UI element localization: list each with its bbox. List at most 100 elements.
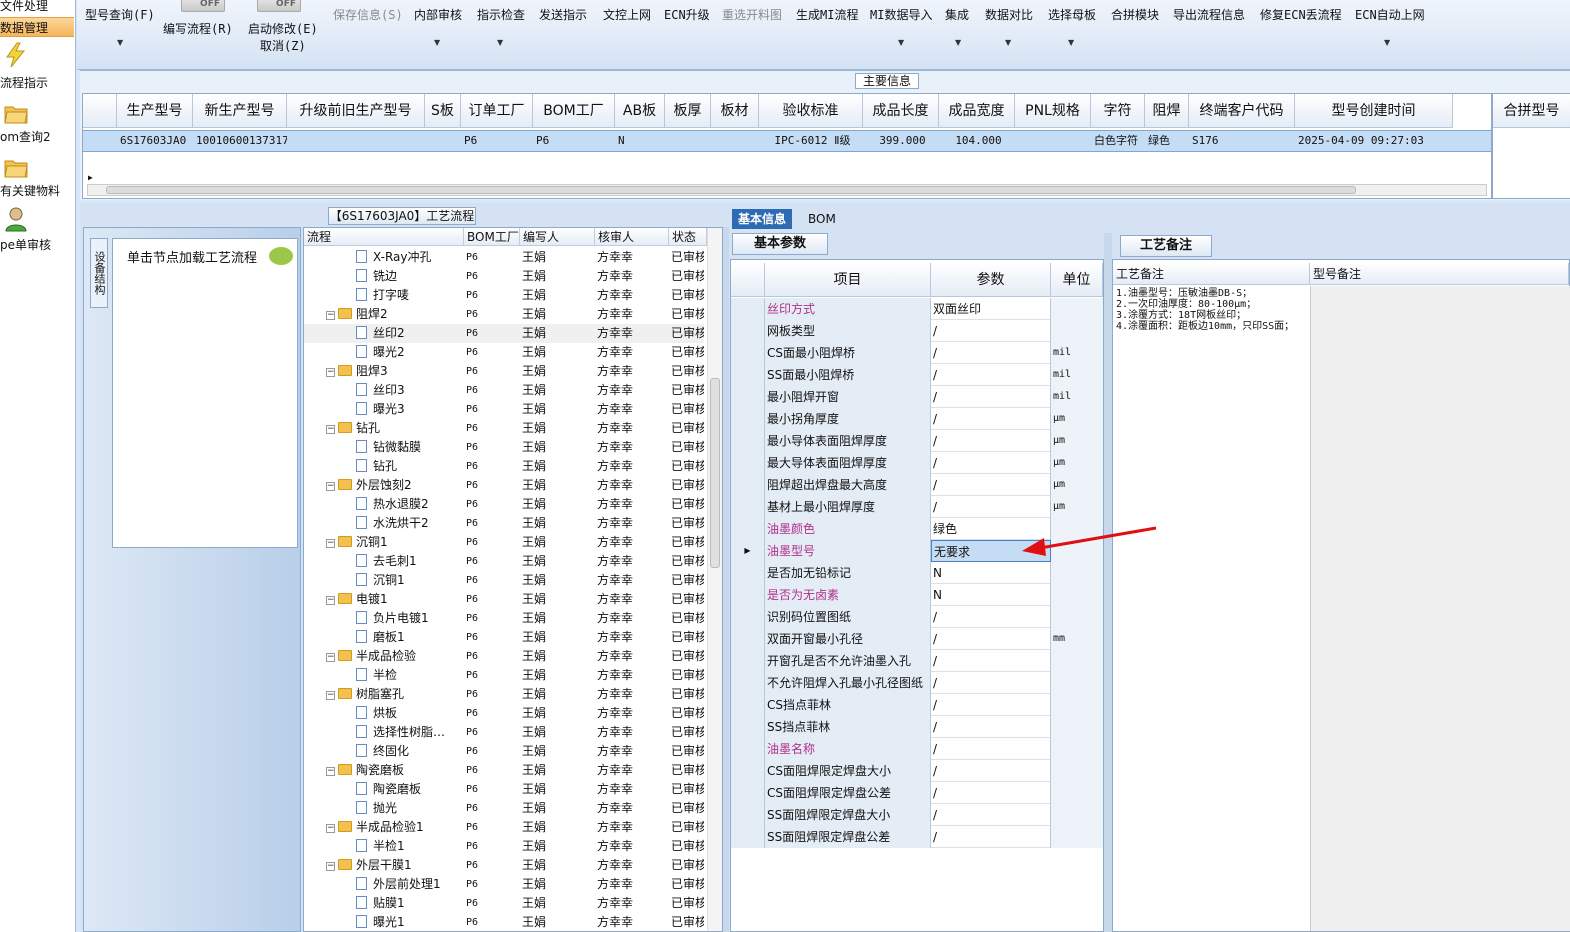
chevron-down-icon[interactable]: ▼ [497, 38, 503, 47]
column-header[interactable]: 阻焊 [1145, 94, 1189, 128]
param-value[interactable]: / [931, 782, 1051, 804]
tree-row[interactable]: 曝光1 P6 王娟 方幸幸 已审核 [304, 913, 704, 931]
tree-row[interactable]: 抛光 P6 王娟 方幸幸 已审核 [304, 799, 704, 818]
column-header[interactable]: 成品宽度 [939, 94, 1015, 128]
horizontal-scrollbar[interactable] [87, 184, 1487, 196]
scrollbar-thumb[interactable] [106, 186, 1356, 194]
collapse-icon[interactable]: − [326, 862, 335, 871]
cancel-button[interactable]: 取消(Z) [260, 37, 306, 54]
column-header[interactable]: 单位 [1051, 263, 1103, 297]
export-flow-info-button[interactable]: 导出流程信息 [1173, 6, 1245, 23]
row-indicator[interactable] [731, 650, 765, 672]
tree-row[interactable]: − 半成品检验 P6 王娟 方幸幸 已审核 [304, 647, 704, 666]
tree-node[interactable]: 水洗烘干2 [356, 514, 429, 533]
column-header[interactable]: 项目 [765, 263, 931, 297]
tree-node[interactable]: 曝光3 [356, 400, 405, 419]
tree-row[interactable]: 外层前处理1 P6 王娟 方幸幸 已审核 [304, 875, 704, 894]
tree-node[interactable]: 半检1 [356, 837, 405, 856]
param-row[interactable]: 网板类型 / [731, 320, 1103, 342]
chevron-down-icon[interactable]: ▼ [117, 38, 123, 47]
column-header[interactable]: BOM工厂 [533, 94, 615, 128]
tree-row[interactable]: 曝光2 P6 王娟 方幸幸 已审核 [304, 343, 704, 362]
tree-node[interactable]: − 外层蚀刻2 [326, 476, 412, 495]
row-indicator[interactable] [731, 804, 765, 826]
scrollbar-thumb[interactable] [710, 378, 720, 568]
row-indicator[interactable] [731, 320, 765, 342]
param-row[interactable]: 最小拐角厚度 / μm [731, 408, 1103, 430]
lightning-icon[interactable] [3, 42, 29, 68]
param-row[interactable]: CS面最小阻焊桥 / mil [731, 342, 1103, 364]
tree-node[interactable]: 负片电镀1 [356, 609, 429, 628]
param-row[interactable]: 阻焊超出焊盘最大高度 / μm [731, 474, 1103, 496]
row-indicator[interactable] [731, 782, 765, 804]
send-instruction-button[interactable]: 发送指示 [539, 6, 587, 23]
column-header[interactable]: S板 [425, 94, 461, 128]
save-info-button[interactable]: 保存信息(S) [333, 6, 403, 23]
tree-node[interactable]: 烘板 [356, 704, 397, 723]
row-indicator[interactable] [731, 474, 765, 496]
tree-node[interactable]: 沉铜1 [356, 571, 405, 590]
row-indicator[interactable] [731, 826, 765, 848]
param-row[interactable]: CS面阻焊限定焊盘大小 / [731, 760, 1103, 782]
param-value[interactable]: / [931, 716, 1051, 738]
tree-node[interactable]: 曝光2 [356, 343, 405, 362]
tree-node[interactable]: 钻微黏膜 [356, 438, 421, 457]
tree-node[interactable]: − 树脂塞孔 [326, 685, 404, 704]
param-value[interactable]: / [931, 430, 1051, 452]
collapse-icon[interactable]: − [326, 824, 335, 833]
column-header[interactable]: 字符 [1091, 94, 1145, 128]
tree-node[interactable]: − 半成品检验1 [326, 818, 424, 837]
side-tab[interactable]: 设备结构 [90, 238, 108, 308]
collapse-icon[interactable]: − [326, 425, 335, 434]
model-remark-area[interactable] [1310, 286, 1570, 931]
tree-row[interactable]: − 陶瓷磨板 P6 王娟 方幸幸 已审核 [304, 761, 704, 780]
tree-row[interactable]: − 阻焊2 P6 王娟 方幸幸 已审核 [304, 305, 704, 324]
column-header[interactable]: BOM工厂 [464, 228, 520, 246]
param-row[interactable]: 丝印方式 双面丝印 [731, 298, 1103, 320]
tree-node[interactable]: 外层前处理1 [356, 875, 441, 894]
tree-row[interactable]: 选择性树脂… P6 王娟 方幸幸 已审核 [304, 723, 704, 742]
param-row[interactable]: CS挡点菲林 / [731, 694, 1103, 716]
param-value[interactable]: / [931, 804, 1051, 826]
tree-node[interactable]: − 阻焊2 [326, 305, 388, 324]
param-value[interactable]: / [931, 650, 1051, 672]
select-motherboard-button[interactable]: 选择母板 [1048, 6, 1096, 23]
nav-item-flow-instruction[interactable]: 流程指示 [0, 74, 74, 91]
row-indicator[interactable] [731, 364, 765, 386]
column-header[interactable]: 升级前旧生产型号 [287, 94, 425, 128]
model-query-button[interactable]: 型号查询(F) [85, 6, 155, 23]
param-row[interactable]: 最大导体表面阻焊厚度 / μm [731, 452, 1103, 474]
tree-row[interactable]: 负片电镀1 P6 王娟 方幸幸 已审核 [304, 609, 704, 628]
tree-node[interactable]: 陶瓷磨板 [356, 780, 421, 799]
chevron-down-icon[interactable]: ▼ [1068, 38, 1074, 47]
table-cell[interactable]: IPC-6012 Ⅱ级 [759, 130, 863, 152]
toggle-switch[interactable]: OFF [257, 0, 301, 12]
row-indicator[interactable] [731, 562, 765, 584]
table-cell[interactable]: 6S17603JA0 [117, 130, 193, 152]
table-cell[interactable]: P6 [533, 130, 615, 152]
param-value[interactable]: / [931, 738, 1051, 760]
tree-row[interactable]: 贴膜1 P6 王娟 方幸幸 已审核 [304, 894, 704, 913]
table-cell[interactable]: 399.000 [863, 130, 939, 152]
param-row[interactable]: 识别码位置图纸 / [731, 606, 1103, 628]
nav-item-bom-query2[interactable]: om查询2 [0, 128, 74, 145]
repair-ecn-flow-button[interactable]: 修复ECN丢流程 [1260, 6, 1342, 23]
nav-item-pe-review[interactable]: pe单审核 [0, 236, 74, 253]
tree-node[interactable]: 曝光1 [356, 913, 405, 931]
param-value[interactable]: / [931, 606, 1051, 628]
main-info-grid[interactable]: 生产型号 新生产型号 升级前旧生产型号 S板 订单工厂 BOM工厂 AB板 板厚 板材 验收标准成… [82, 93, 1492, 199]
tab-basic-params[interactable]: 基本参数 [732, 233, 828, 255]
param-value[interactable]: / [931, 760, 1051, 782]
tree-row[interactable]: 沉铜1 P6 王娟 方幸幸 已审核 [304, 571, 704, 590]
tree-row[interactable]: 铣边 P6 王娟 方幸幸 已审核 [304, 267, 704, 286]
vertical-scrollbar[interactable] [707, 228, 722, 931]
column-header[interactable]: AB板 [615, 94, 665, 128]
row-indicator[interactable] [731, 496, 765, 518]
tree-node[interactable]: X-Ray冲孔 [356, 248, 431, 267]
splitter[interactable] [1104, 233, 1112, 932]
nav-item-file-processing[interactable]: 文件处理 [0, 0, 74, 16]
row-indicator[interactable] [731, 738, 765, 760]
tree-row[interactable]: 丝印3 P6 王娟 方幸幸 已审核 [304, 381, 704, 400]
column-header[interactable]: 型号备注 [1310, 263, 1569, 285]
row-indicator[interactable] [731, 694, 765, 716]
